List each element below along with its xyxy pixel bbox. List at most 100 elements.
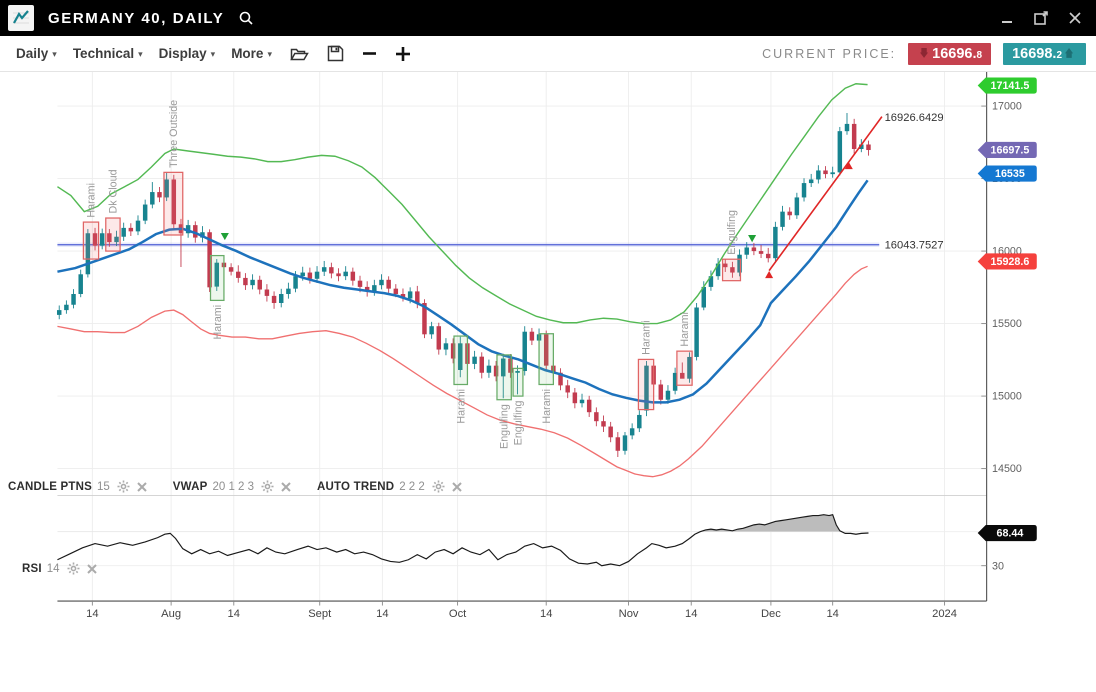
pattern-box[interactable] (513, 368, 523, 396)
rsi-tick-label: 30 (992, 560, 1004, 572)
title-bar: GERMANY 40, DAILY (0, 0, 1096, 36)
indicator-vwap: VWAP 20 1 2 3 (173, 480, 291, 493)
gear-icon[interactable] (67, 562, 80, 575)
time-tick-label: 14 (228, 608, 240, 620)
pattern-label: Three Outside (168, 100, 180, 168)
ask-price-value: 16698. (1012, 46, 1056, 62)
time-tick-label: Sept (308, 608, 332, 620)
pattern-box[interactable] (211, 256, 224, 301)
minimize-button[interactable] (996, 7, 1018, 29)
pattern-label: Harami (455, 389, 467, 424)
open-folder-icon[interactable] (290, 46, 309, 62)
price-tick-label: 15000 (992, 391, 1022, 403)
bid-price-badge: 16696.8 (908, 43, 991, 65)
menu-more[interactable]: More ▾ (231, 46, 272, 61)
save-icon[interactable] (327, 45, 344, 62)
chevron-down-icon: ▾ (211, 49, 216, 60)
chart-area[interactable]: 16926.6429 16043.7527 Harami Dk Cloud Three … (0, 72, 1096, 687)
remove-indicator-icon[interactable] (452, 482, 462, 492)
pattern-label: Engulfing (513, 401, 525, 446)
trend-line[interactable] (769, 117, 882, 271)
chart-title: GERMANY 40, DAILY (48, 10, 224, 27)
time-tick-label: 14 (826, 608, 838, 620)
zoom-out-icon[interactable] (362, 46, 377, 61)
search-icon[interactable] (238, 10, 254, 26)
chevron-down-icon: ▾ (267, 49, 272, 60)
pattern-label: Harami (641, 320, 653, 355)
svg-text:16535: 16535 (995, 168, 1025, 180)
pattern-box[interactable] (638, 359, 653, 409)
time-tick-label: Oct (449, 608, 467, 620)
remove-indicator-icon[interactable] (281, 482, 291, 492)
chevron-down-icon: ▾ (138, 49, 143, 60)
time-tick-label: 14 (86, 608, 98, 620)
indicator-auto-trend: AUTO TREND 2 2 2 (317, 480, 462, 493)
chevron-down-icon: ▾ (52, 49, 57, 60)
pattern-label: Harami (679, 312, 691, 347)
time-tick-label: 14 (540, 608, 552, 620)
time-tick-label: 14 (685, 608, 697, 620)
price-tick-label: 17000 (992, 101, 1022, 113)
menu-display-label: Display (159, 46, 207, 61)
svg-text:16697.5: 16697.5 (991, 145, 1030, 157)
ask-price-badge: 16698.2 (1003, 43, 1086, 65)
time-tick-label: Nov (619, 608, 639, 620)
price-chart-canvas[interactable]: 16926.6429 16043.7527 Harami Dk Cloud Three … (0, 72, 1096, 687)
lower-band-price-badge: 15928.6 (978, 253, 1037, 269)
time-tick-label: 14 (376, 608, 388, 620)
app-logo-icon (8, 5, 34, 31)
trend-line-label: 16926.6429 (885, 112, 944, 124)
indicator-rsi: RSI 14 (22, 562, 97, 575)
upper-band-price-badge: 17141.5 (978, 78, 1037, 94)
toolbar: Daily ▾ Technical ▾ Display ▾ More ▾ CUR… (0, 36, 1096, 72)
support-line-label: 16043.7527 (885, 239, 944, 251)
indicator-legend: CANDLE PTNS 15 VWAP 20 1 2 3 (8, 480, 488, 493)
pattern-box[interactable] (83, 222, 98, 259)
menu-display[interactable]: Display ▾ (159, 46, 216, 61)
indicator-name: CANDLE PTNS (8, 481, 92, 493)
gear-icon[interactable] (117, 480, 130, 493)
time-tick-label: Dec (761, 608, 781, 620)
popout-button[interactable] (1030, 7, 1052, 29)
buy-arrow-icon (765, 271, 773, 278)
rsi-value-badge: 68.44 (978, 525, 1037, 541)
indicator-name: VWAP (173, 481, 208, 493)
pattern-label: Harami (86, 183, 98, 218)
last-price-price-badge: 16697.5 (978, 142, 1037, 158)
pattern-box[interactable] (454, 336, 467, 384)
close-button[interactable] (1064, 7, 1086, 29)
time-tick-label: 2024 (932, 608, 957, 620)
rsi-legend: RSI 14 (22, 562, 123, 575)
indicator-params: 2 2 2 (399, 481, 425, 493)
indicator-params: 15 (97, 481, 110, 493)
rsi-line (57, 515, 868, 566)
vwap-price-badge: 16535 (978, 165, 1037, 181)
pattern-label: Harami (212, 305, 224, 340)
price-tick-label: 15500 (992, 318, 1022, 330)
pattern-label: Dk Cloud (108, 169, 120, 213)
menu-technical[interactable]: Technical ▾ (73, 46, 143, 61)
zoom-in-icon[interactable] (395, 46, 411, 62)
menu-timeframe[interactable]: Daily ▾ (16, 46, 57, 61)
pattern-box[interactable] (539, 334, 553, 385)
gear-icon[interactable] (432, 480, 445, 493)
sell-arrow-icon (748, 235, 756, 242)
sell-arrow-icon (221, 233, 229, 240)
svg-text:15928.6: 15928.6 (991, 256, 1030, 268)
remove-indicator-icon[interactable] (137, 482, 147, 492)
indicator-name: AUTO TREND (317, 481, 394, 493)
price-tick-label: 14500 (992, 463, 1022, 475)
pattern-box[interactable] (677, 351, 692, 385)
pattern-label: Harami (541, 389, 553, 424)
pattern-box[interactable] (164, 172, 183, 235)
remove-indicator-icon[interactable] (87, 564, 97, 574)
arrow-down-icon (920, 48, 929, 59)
pattern-box[interactable] (497, 355, 511, 400)
gear-icon[interactable] (261, 480, 274, 493)
pattern-label: Engulfing (726, 210, 738, 255)
indicator-candle-patterns: CANDLE PTNS 15 (8, 480, 147, 493)
indicator-params: 20 1 2 3 (212, 481, 254, 493)
pattern-box[interactable] (106, 218, 120, 251)
pattern-box[interactable] (723, 259, 741, 280)
indicator-name: RSI (22, 563, 42, 575)
